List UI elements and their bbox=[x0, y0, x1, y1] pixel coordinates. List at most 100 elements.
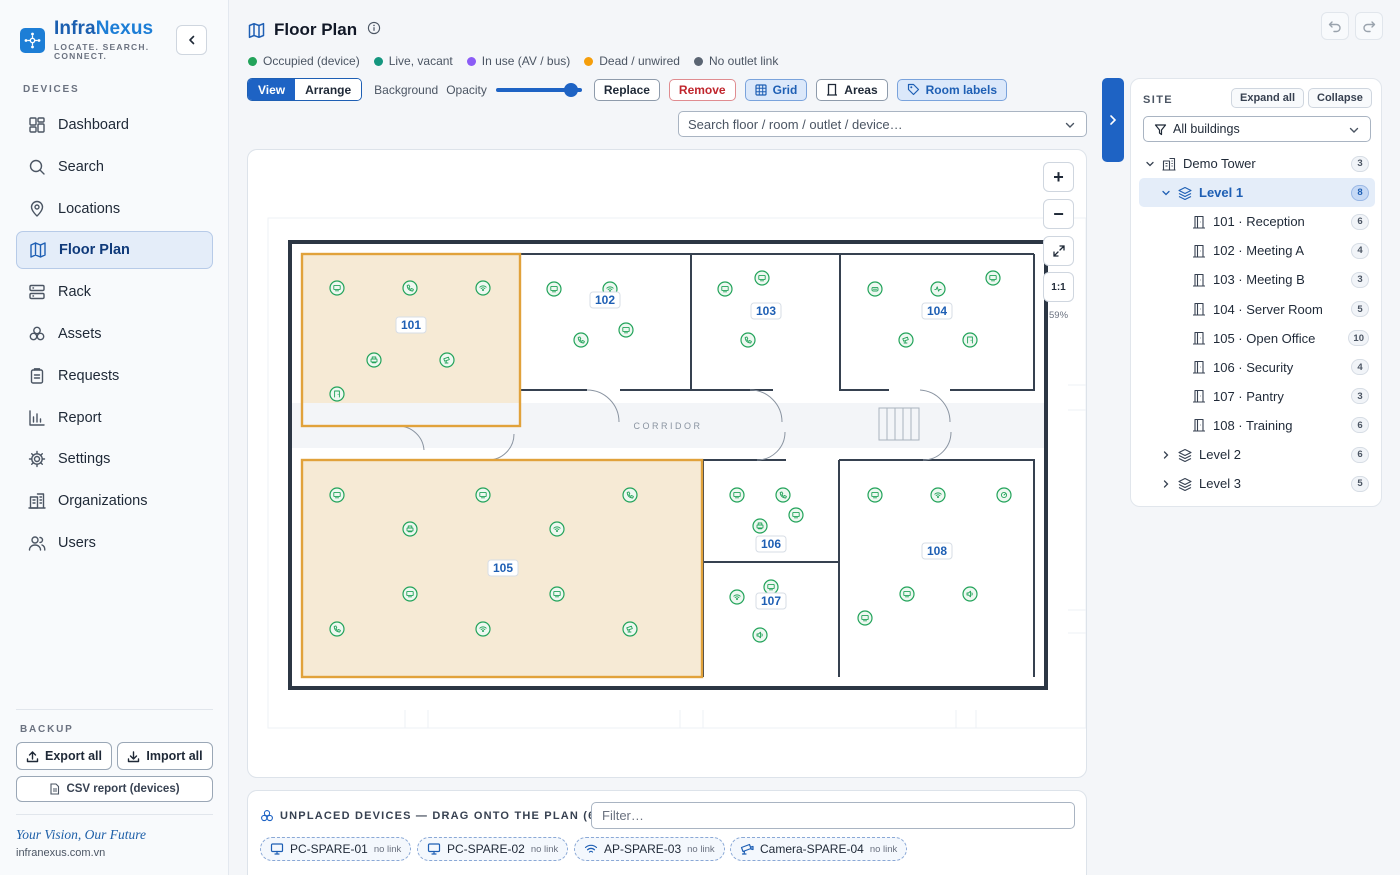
outlet-marker-monitor[interactable] bbox=[546, 281, 562, 297]
view-mode-button[interactable]: View bbox=[248, 79, 296, 100]
outlet-marker-monitor[interactable] bbox=[763, 579, 779, 595]
outlet-marker-camera[interactable] bbox=[898, 332, 914, 348]
chevron-right-icon[interactable] bbox=[1159, 479, 1173, 489]
sidebar-item-dashboard[interactable]: Dashboard bbox=[16, 106, 213, 144]
outlet-marker-monitor[interactable] bbox=[329, 280, 345, 296]
expand-all-button[interactable]: Expand all bbox=[1231, 88, 1305, 108]
tree-item-106-security[interactable]: 106 · Security 4 bbox=[1139, 353, 1375, 382]
outlet-marker-monitor[interactable] bbox=[867, 487, 883, 503]
opacity-slider[interactable] bbox=[495, 79, 582, 101]
outlet-marker-phone[interactable] bbox=[622, 487, 638, 503]
room-label-105[interactable]: 105 bbox=[487, 559, 519, 577]
tree-item-104-server-room[interactable]: 104 · Server Room 5 bbox=[1139, 295, 1375, 324]
outlet-marker-monitor[interactable] bbox=[618, 322, 634, 338]
sidebar-item-report[interactable]: Report bbox=[16, 399, 213, 437]
sidebar-item-requests[interactable]: Requests bbox=[16, 357, 213, 395]
info-icon[interactable] bbox=[367, 20, 381, 40]
room-label-102[interactable]: 102 bbox=[589, 291, 621, 309]
reset-zoom-button[interactable]: 1:1 bbox=[1043, 272, 1074, 302]
unplaced-device-chip[interactable]: Camera-SPARE-04 no link bbox=[730, 837, 908, 861]
unplaced-device-chip[interactable]: AP-SPARE-03 no link bbox=[574, 837, 725, 861]
zoom-out-button[interactable]: − bbox=[1043, 199, 1074, 229]
room-label-106[interactable]: 106 bbox=[755, 535, 787, 553]
room-label-103[interactable]: 103 bbox=[750, 302, 782, 320]
outlet-marker-door[interactable] bbox=[329, 386, 345, 402]
outlet-marker-monitor[interactable] bbox=[899, 586, 915, 602]
outlet-marker-phone[interactable] bbox=[329, 621, 345, 637]
grid-toggle[interactable]: Grid bbox=[744, 78, 808, 101]
tree-item-107-pantry[interactable]: 107 · Pantry 3 bbox=[1139, 382, 1375, 411]
outlet-marker-wifi[interactable] bbox=[475, 280, 491, 296]
arrange-mode-button[interactable]: Arrange bbox=[295, 79, 362, 100]
tree-item-level-1[interactable]: Level 1 8 bbox=[1139, 178, 1375, 208]
outlet-marker-printer[interactable] bbox=[366, 352, 382, 368]
outlet-marker-speaker[interactable] bbox=[752, 627, 768, 643]
unplaced-device-chip[interactable]: PC-SPARE-01 no link bbox=[260, 837, 412, 861]
remove-background-button[interactable]: Remove bbox=[668, 78, 736, 101]
fit-to-screen-button[interactable] bbox=[1043, 236, 1074, 266]
chevron-down-icon[interactable] bbox=[1159, 188, 1173, 198]
outlet-marker-door[interactable] bbox=[962, 332, 978, 348]
outlet-marker-wifi[interactable] bbox=[549, 521, 565, 537]
tree-item-level-3[interactable]: Level 3 5 bbox=[1139, 469, 1375, 498]
sidebar-item-search[interactable]: Search bbox=[16, 148, 213, 186]
outlet-marker-wifi[interactable] bbox=[930, 487, 946, 503]
outlet-marker-camera[interactable] bbox=[622, 621, 638, 637]
outlet-marker-phone[interactable] bbox=[573, 332, 589, 348]
outlet-marker-speaker[interactable] bbox=[962, 586, 978, 602]
outlet-marker-monitor[interactable] bbox=[717, 281, 733, 297]
tree-item-105-open-office[interactable]: 105 · Open Office 10 bbox=[1139, 324, 1375, 353]
room-label-104[interactable]: 104 bbox=[921, 302, 953, 320]
export-all-button[interactable]: Export all bbox=[16, 742, 112, 770]
csv-report-button[interactable]: CSV report (devices) bbox=[16, 776, 213, 802]
outlet-marker-scanner[interactable] bbox=[867, 281, 883, 297]
sidebar-item-floor-plan[interactable]: Floor Plan bbox=[16, 231, 213, 270]
site-panel-toggle[interactable] bbox=[1102, 78, 1124, 162]
collapse-sidebar-button[interactable] bbox=[176, 25, 207, 55]
chevron-down-icon[interactable] bbox=[1143, 159, 1157, 169]
undo-button[interactable] bbox=[1321, 12, 1349, 40]
unplaced-filter-input[interactable] bbox=[591, 802, 1075, 829]
outlet-marker-printer[interactable] bbox=[402, 521, 418, 537]
outlet-marker-gauge[interactable] bbox=[996, 487, 1012, 503]
sidebar-item-assets[interactable]: Assets bbox=[16, 315, 213, 353]
zoom-in-button[interactable]: + bbox=[1043, 162, 1074, 192]
tree-item-102-meeting-a[interactable]: 102 · Meeting A 4 bbox=[1139, 236, 1375, 265]
room-labels-toggle[interactable]: Room labels bbox=[896, 78, 1007, 101]
outlet-marker-pulse[interactable] bbox=[930, 281, 946, 297]
floor-plan-drawing[interactable]: CORRIDOR 101 102 103 104 105 106 107 108 bbox=[248, 150, 1087, 778]
sidebar-item-users[interactable]: Users bbox=[16, 524, 213, 562]
sidebar-item-rack[interactable]: Rack bbox=[16, 273, 213, 311]
room-label-107[interactable]: 107 bbox=[755, 592, 787, 610]
outlet-marker-monitor[interactable] bbox=[549, 586, 565, 602]
tree-item-level-2[interactable]: Level 2 6 bbox=[1139, 440, 1375, 469]
outlet-marker-wifi[interactable] bbox=[475, 621, 491, 637]
opacity-slider-handle[interactable] bbox=[563, 82, 578, 97]
sidebar-item-locations[interactable]: Locations bbox=[16, 190, 213, 228]
import-all-button[interactable]: Import all bbox=[117, 742, 213, 770]
sidebar-item-organizations[interactable]: Organizations bbox=[16, 482, 213, 520]
outlet-marker-wifi[interactable] bbox=[729, 589, 745, 605]
outlet-marker-phone[interactable] bbox=[740, 332, 756, 348]
sidebar-item-settings[interactable]: Settings bbox=[16, 440, 213, 478]
outlet-marker-monitor[interactable] bbox=[475, 487, 491, 503]
building-filter-select[interactable]: All buildings bbox=[1143, 116, 1371, 142]
brand[interactable]: InfraNexus LOCATE. SEARCH. CONNECT. bbox=[20, 18, 153, 61]
tree-item-101-reception[interactable]: 101 · Reception 6 bbox=[1139, 207, 1375, 236]
floor-plan-canvas[interactable]: CORRIDOR 101 102 103 104 105 106 107 108 bbox=[247, 149, 1087, 778]
outlet-marker-monitor[interactable] bbox=[788, 507, 804, 523]
room-label-108[interactable]: 108 bbox=[921, 542, 953, 560]
replace-background-button[interactable]: Replace bbox=[593, 78, 660, 101]
collapse-all-button[interactable]: Collapse bbox=[1308, 88, 1372, 108]
outlet-marker-monitor[interactable] bbox=[857, 610, 873, 626]
outlet-marker-phone[interactable] bbox=[402, 280, 418, 296]
areas-toggle[interactable]: Areas bbox=[816, 78, 888, 101]
outlet-marker-monitor[interactable] bbox=[729, 487, 745, 503]
outlet-marker-monitor[interactable] bbox=[985, 270, 1001, 286]
tree-item-108-training[interactable]: 108 · Training 6 bbox=[1139, 411, 1375, 440]
outlet-marker-camera[interactable] bbox=[439, 352, 455, 368]
outlet-marker-monitor[interactable] bbox=[402, 586, 418, 602]
outlet-marker-monitor[interactable] bbox=[754, 270, 770, 286]
unplaced-device-chip[interactable]: PC-SPARE-02 no link bbox=[417, 837, 569, 861]
outlet-marker-monitor[interactable] bbox=[329, 487, 345, 503]
